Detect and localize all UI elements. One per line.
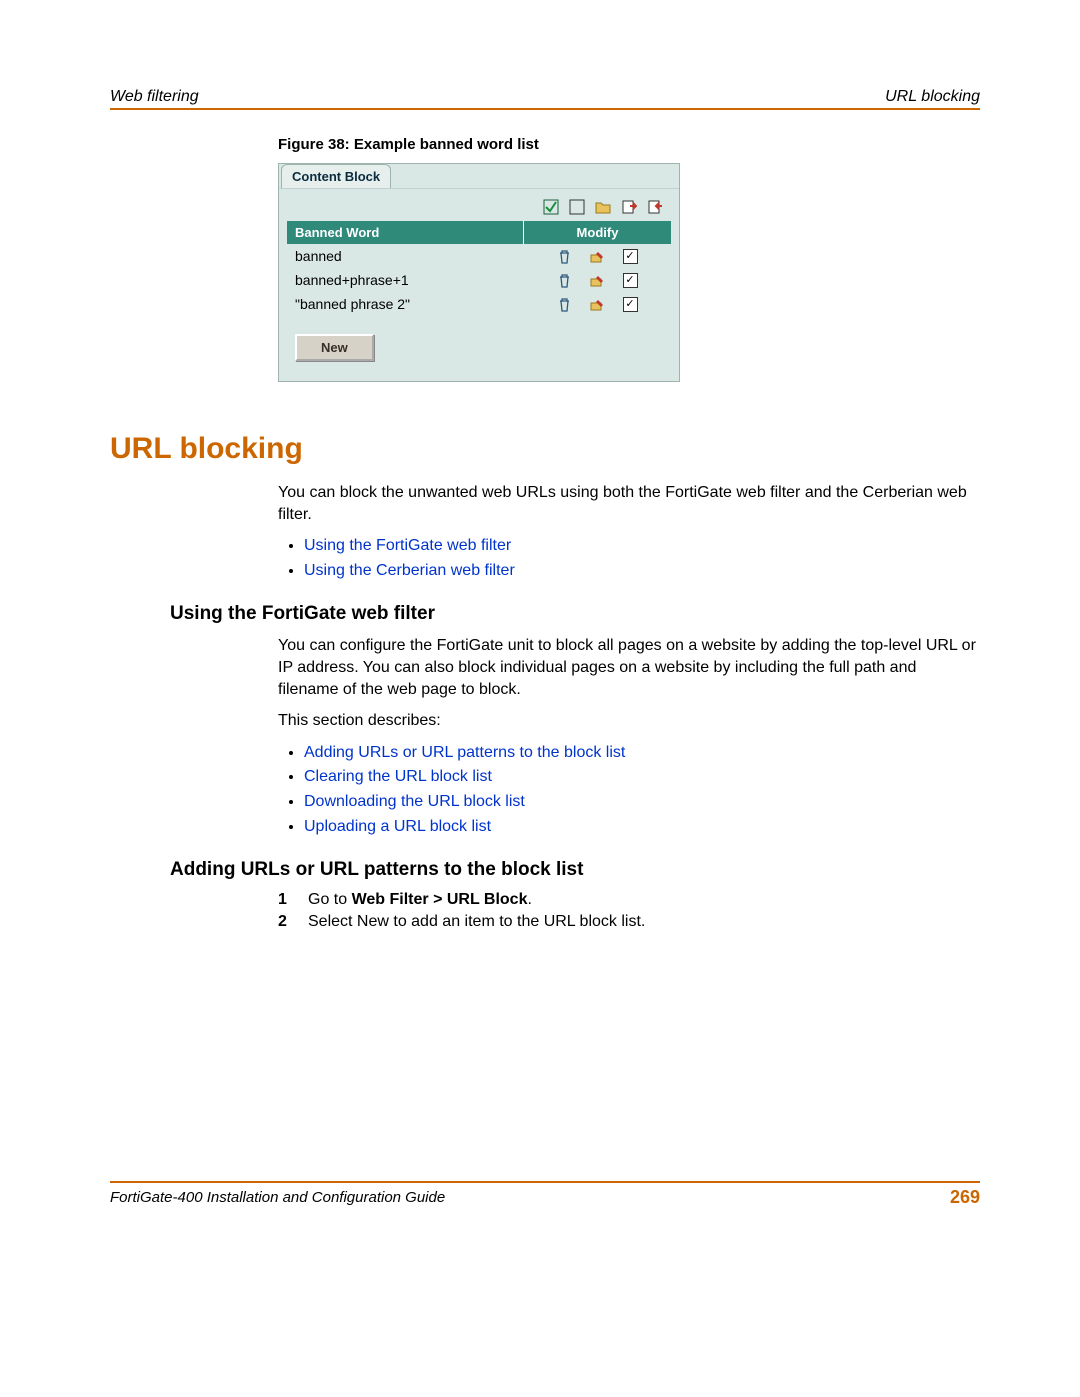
header-left: Web filtering — [110, 88, 199, 106]
table-header: Banned Word Modify — [287, 221, 671, 244]
toolbar-import-icon[interactable] — [647, 199, 663, 215]
subsection-adding-urls: Adding URLs or URL patterns to the block… — [170, 859, 980, 881]
table-row: banned+phrase+1 ✓ — [287, 268, 671, 292]
tab-content-block[interactable]: Content Block — [281, 164, 391, 188]
enable-checkbox[interactable]: ✓ — [623, 273, 638, 288]
column-modify: Modify — [524, 221, 671, 244]
intro-paragraph: You can block the unwanted web URLs usin… — [278, 482, 980, 525]
figure-caption: Figure 38: Example banned word list — [278, 136, 980, 153]
step-bold: Web Filter > URL Block — [352, 891, 528, 908]
trash-icon[interactable] — [557, 273, 572, 288]
link-clearing-list[interactable]: Clearing the URL block list — [304, 768, 492, 785]
link-downloading-list[interactable]: Downloading the URL block list — [304, 793, 525, 810]
trash-icon[interactable] — [557, 297, 572, 312]
word-cell: banned — [287, 248, 523, 264]
link-uploading-list[interactable]: Uploading a URL block list — [304, 818, 491, 835]
page-header: Web filtering URL blocking — [110, 88, 980, 110]
step-prefix: Go to — [308, 891, 352, 908]
enable-checkbox[interactable]: ✓ — [623, 249, 638, 264]
step-number: 1 — [278, 891, 308, 909]
sub1-describes: This section describes: — [278, 710, 980, 732]
toolbar-check-icon[interactable] — [543, 199, 559, 215]
link-cerberian-filter[interactable]: Using the Cerberian web filter — [304, 562, 515, 579]
edit-icon[interactable] — [590, 297, 605, 312]
step-1: 1 Go to Web Filter > URL Block. — [278, 891, 980, 909]
table-row: banned ✓ — [287, 244, 671, 268]
header-right: URL blocking — [885, 88, 980, 106]
link-fortigate-filter[interactable]: Using the FortiGate web filter — [304, 537, 511, 554]
word-cell: banned+phrase+1 — [287, 272, 523, 288]
column-banned-word: Banned Word — [287, 221, 524, 244]
edit-icon[interactable] — [590, 249, 605, 264]
page-footer: FortiGate-400 Installation and Configura… — [110, 1181, 980, 1208]
step-number: 2 — [278, 913, 308, 931]
toolbar-export-icon[interactable] — [621, 199, 637, 215]
link-adding-urls[interactable]: Adding URLs or URL patterns to the block… — [304, 744, 625, 761]
step-suffix: . — [527, 891, 531, 908]
word-cell: "banned phrase 2" — [287, 296, 523, 312]
page-number: 269 — [950, 1187, 980, 1208]
sub1-paragraph: You can configure the FortiGate unit to … — [278, 635, 980, 700]
enable-checkbox[interactable]: ✓ — [623, 297, 638, 312]
trash-icon[interactable] — [557, 249, 572, 264]
table-row: "banned phrase 2" ✓ — [287, 292, 671, 316]
toolbar-uncheck-icon[interactable] — [569, 199, 585, 215]
toolbar — [287, 199, 671, 221]
step-2: 2 Select New to add an item to the URL b… — [278, 913, 980, 931]
step-prefix: Select New to add an item to the URL blo… — [308, 913, 645, 930]
toolbar-folder-icon[interactable] — [595, 199, 611, 215]
footer-title: FortiGate-400 Installation and Configura… — [110, 1189, 445, 1206]
edit-icon[interactable] — [590, 273, 605, 288]
section-title: URL blocking — [110, 432, 980, 466]
figure-screenshot: Content Block — [278, 163, 980, 382]
new-button[interactable]: New — [295, 334, 374, 361]
subsection-fortigate: Using the FortiGate web filter — [170, 603, 980, 625]
